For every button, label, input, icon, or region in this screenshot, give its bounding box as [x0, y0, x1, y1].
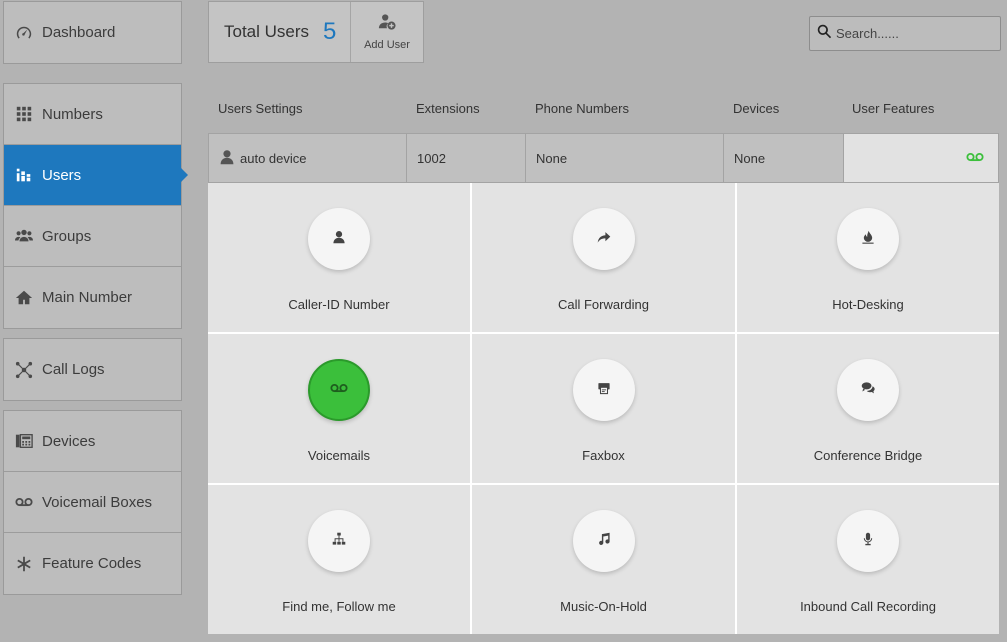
total-users-panel: Total Users 5 Add User — [208, 1, 424, 63]
feature-label: Voicemails — [307, 448, 371, 463]
feature-toggle[interactable] — [837, 510, 899, 572]
total-users-count: 5 — [323, 18, 337, 45]
feature-music-on-hold[interactable]: Music-On-Hold — [472, 485, 735, 634]
voicemail-icon — [13, 492, 35, 512]
person-icon — [332, 230, 346, 249]
feature-find-me-follow-me[interactable]: Find me, Follow me — [208, 485, 470, 634]
feature-label: Music-On-Hold — [560, 599, 647, 614]
sitemap-icon — [332, 532, 346, 551]
feature-label: Conference Bridge — [813, 448, 923, 463]
extension-cell[interactable]: 1002 — [407, 134, 526, 182]
total-users-label: Total Users — [224, 22, 310, 41]
sidebar-group-devices: Devices Voicemail Boxes Feature Codes — [3, 410, 182, 595]
phone-numbers-value: None — [536, 150, 568, 166]
feature-hot-desking[interactable]: Hot-Desking — [737, 183, 999, 332]
feature-toggle[interactable] — [308, 359, 370, 421]
search-input[interactable] — [836, 26, 996, 41]
column-header-phone-numbers[interactable]: Phone Numbers — [535, 101, 629, 116]
microphone-icon — [861, 532, 875, 551]
total-users-summary: Total Users 5 — [209, 2, 351, 62]
sidebar-item-devices[interactable]: Devices — [4, 411, 181, 472]
add-user-label: Add User — [364, 39, 410, 51]
feature-conference-bridge[interactable]: Conference Bridge — [737, 334, 999, 483]
feature-voicemails[interactable]: Voicemails — [208, 334, 470, 483]
search-icon — [816, 23, 836, 45]
column-header-user-features[interactable]: User Features — [852, 101, 934, 116]
fire-icon — [861, 230, 875, 249]
sidebar-group-main: Numbers Users Groups Main Number — [3, 83, 188, 329]
user-features-grid: Caller-ID Number Call Forwarding Hot-Des… — [208, 183, 999, 634]
sidebar-item-groups[interactable]: Groups — [4, 206, 181, 267]
home-icon — [13, 288, 35, 308]
voicemail-icon — [330, 381, 348, 399]
music-note-icon — [597, 532, 611, 551]
sidebar-item-dashboard[interactable]: Dashboard — [4, 2, 181, 63]
sidebar-item-label: Voicemail Boxes — [42, 493, 153, 511]
forward-arrow-icon — [597, 230, 611, 249]
users-icon — [13, 165, 35, 185]
extension-value: 1002 — [417, 150, 446, 166]
phone-numbers-cell[interactable]: None — [526, 134, 724, 182]
sidebar-group-logs: Call Logs — [3, 338, 182, 401]
voicemail-icon — [966, 151, 984, 166]
user-features-cell[interactable] — [844, 134, 998, 182]
feature-toggle[interactable] — [572, 359, 635, 421]
sidebar-item-label: Users — [42, 166, 82, 184]
add-user-button[interactable]: Add User — [351, 2, 423, 62]
app-root: Dashboard Numbers Users Groups Main Numb… — [0, 0, 1007, 642]
network-icon — [13, 360, 35, 380]
desk-phone-icon — [13, 431, 35, 451]
sidebar-item-label: Numbers — [42, 105, 103, 123]
feature-label: Inbound Call Recording — [800, 599, 936, 614]
sidebar-item-label: Devices — [42, 432, 96, 450]
feature-toggle[interactable] — [572, 208, 635, 270]
devices-cell[interactable]: None — [724, 134, 844, 182]
add-user-icon — [378, 13, 396, 39]
speedometer-icon — [13, 23, 35, 43]
sidebar-item-voicemail-boxes[interactable]: Voicemail Boxes — [4, 472, 181, 533]
feature-label: Hot-Desking — [832, 297, 904, 312]
feature-label: Faxbox — [582, 448, 625, 463]
sidebar-item-label: Call Logs — [42, 361, 105, 378]
feature-caller-id-number[interactable]: Caller-ID Number — [208, 183, 470, 332]
feature-call-forwarding[interactable]: Call Forwarding — [472, 183, 735, 332]
column-header-extensions[interactable]: Extensions — [416, 101, 480, 116]
sidebar-item-users[interactable]: Users — [4, 145, 188, 206]
column-header-devices[interactable]: Devices — [733, 101, 779, 116]
sidebar-item-label: Feature Codes — [42, 555, 142, 572]
user-name: auto device — [240, 150, 307, 166]
feature-toggle[interactable] — [837, 208, 899, 270]
sidebar-item-label: Dashboard — [42, 24, 116, 41]
feature-label: Find me, Follow me — [282, 599, 396, 614]
search-box — [809, 16, 1001, 51]
user-icon — [219, 149, 240, 168]
sidebar-item-label: Groups — [42, 227, 92, 245]
sidebar-item-numbers[interactable]: Numbers — [4, 84, 181, 145]
user-name-cell[interactable]: auto device — [209, 134, 407, 182]
asterisk-icon — [13, 554, 35, 574]
sidebar-item-feature-codes[interactable]: Feature Codes — [4, 533, 181, 594]
sidebar-item-main-number[interactable]: Main Number — [4, 267, 181, 328]
feature-label: Call Forwarding — [557, 297, 650, 312]
feature-label: Caller-ID Number — [288, 297, 390, 312]
sidebar-item-call-logs[interactable]: Call Logs — [4, 339, 181, 400]
feature-toggle[interactable] — [572, 510, 635, 572]
user-table-header: Users Settings Extensions Phone Numbers … — [208, 98, 1000, 120]
grid-icon — [13, 104, 35, 124]
fax-icon — [597, 381, 611, 400]
feature-toggle[interactable] — [308, 510, 370, 572]
devices-value: None — [734, 150, 766, 166]
feature-inbound-call-recording[interactable]: Inbound Call Recording — [737, 485, 999, 634]
table-row: auto device 1002 None None — [208, 133, 999, 183]
column-header-user-settings[interactable]: Users Settings — [218, 101, 303, 116]
feature-faxbox[interactable]: Faxbox — [472, 334, 735, 483]
chat-bubbles-icon — [861, 381, 875, 400]
sidebar-group-dashboard: Dashboard — [3, 1, 182, 64]
sidebar-item-label: Main Number — [42, 289, 133, 306]
feature-toggle[interactable] — [308, 208, 370, 270]
group-icon — [13, 226, 35, 246]
feature-toggle[interactable] — [837, 359, 899, 421]
